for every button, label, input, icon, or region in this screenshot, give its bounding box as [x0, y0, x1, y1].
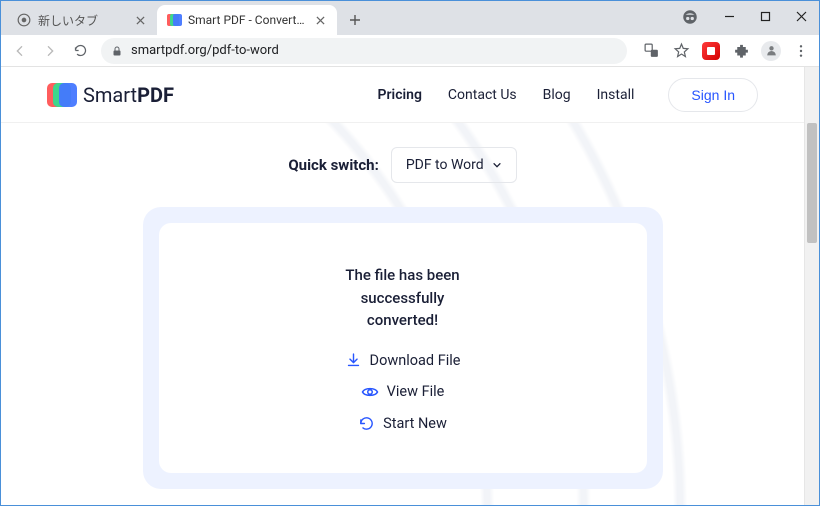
- start-new-button[interactable]: Start New: [358, 415, 447, 432]
- nav-pricing[interactable]: Pricing: [378, 87, 422, 103]
- smartpdf-favicon: [167, 13, 181, 27]
- incognito-icon: [681, 8, 699, 26]
- nav-install[interactable]: Install: [597, 87, 635, 103]
- browser-tab-inactive[interactable]: 新しいタブ: [7, 5, 157, 35]
- download-icon: [345, 352, 362, 369]
- tab-title: 新しいタブ: [38, 12, 126, 29]
- startnew-label: Start New: [383, 415, 447, 432]
- kebab-menu-icon[interactable]: [789, 39, 813, 63]
- window-close-button[interactable]: [783, 1, 819, 31]
- view-label: View File: [387, 383, 445, 400]
- logo-text: SmartPDF: [83, 83, 174, 107]
- caret-down-icon: [492, 160, 502, 170]
- conversion-status: The file has been successfully converted…: [345, 264, 459, 332]
- bookmark-icon[interactable]: [669, 39, 693, 63]
- address-bar[interactable]: smartpdf.org/pdf-to-word: [101, 38, 627, 64]
- nav-contact[interactable]: Contact Us: [448, 87, 517, 103]
- quick-switch-row: Quick switch: PDF to Word: [1, 147, 804, 183]
- back-button[interactable]: [7, 38, 33, 64]
- main-nav: Pricing Contact Us Blog Install Sign In: [378, 78, 758, 112]
- quick-switch-value: PDF to Word: [406, 157, 484, 173]
- profile-avatar[interactable]: [759, 39, 783, 63]
- download-file-button[interactable]: Download File: [345, 352, 461, 369]
- window-maximize-button[interactable]: [747, 1, 783, 31]
- close-icon[interactable]: [313, 13, 327, 27]
- new-tab-button[interactable]: [341, 6, 369, 34]
- extension-icon[interactable]: [699, 39, 723, 63]
- close-icon[interactable]: [133, 13, 147, 27]
- vertical-scrollbar[interactable]: [804, 67, 819, 505]
- eye-icon: [361, 383, 379, 401]
- download-label: Download File: [370, 352, 461, 369]
- forward-button[interactable]: [37, 38, 63, 64]
- site-header: SmartPDF Pricing Contact Us Blog Install…: [1, 67, 804, 123]
- nav-blog[interactable]: Blog: [543, 87, 571, 103]
- sign-in-button[interactable]: Sign In: [668, 78, 758, 112]
- browser-tab-active[interactable]: Smart PDF - Convert PDF to Word: [157, 5, 337, 35]
- tab-title: Smart PDF - Convert PDF to Word: [188, 13, 306, 27]
- site-logo[interactable]: SmartPDF: [47, 82, 174, 108]
- browser-toolbar: smartpdf.org/pdf-to-word: [1, 35, 819, 67]
- chrome-icon: [17, 13, 31, 27]
- url-text: smartpdf.org/pdf-to-word: [131, 43, 279, 58]
- extensions-menu-icon[interactable]: [729, 39, 753, 63]
- reload-button[interactable]: [67, 38, 93, 64]
- refresh-icon: [358, 415, 375, 432]
- lock-icon: [111, 45, 123, 57]
- quick-switch-label: Quick switch:: [288, 156, 378, 174]
- window-minimize-button[interactable]: [711, 1, 747, 31]
- view-file-button[interactable]: View File: [361, 383, 445, 401]
- logo-icon: [47, 82, 73, 108]
- quick-switch-dropdown[interactable]: PDF to Word: [391, 147, 517, 183]
- conversion-panel: The file has been successfully converted…: [143, 207, 663, 489]
- browser-titlebar: 新しいタブ Smart PDF - Convert PDF to Word: [1, 1, 819, 35]
- translate-icon[interactable]: [639, 39, 663, 63]
